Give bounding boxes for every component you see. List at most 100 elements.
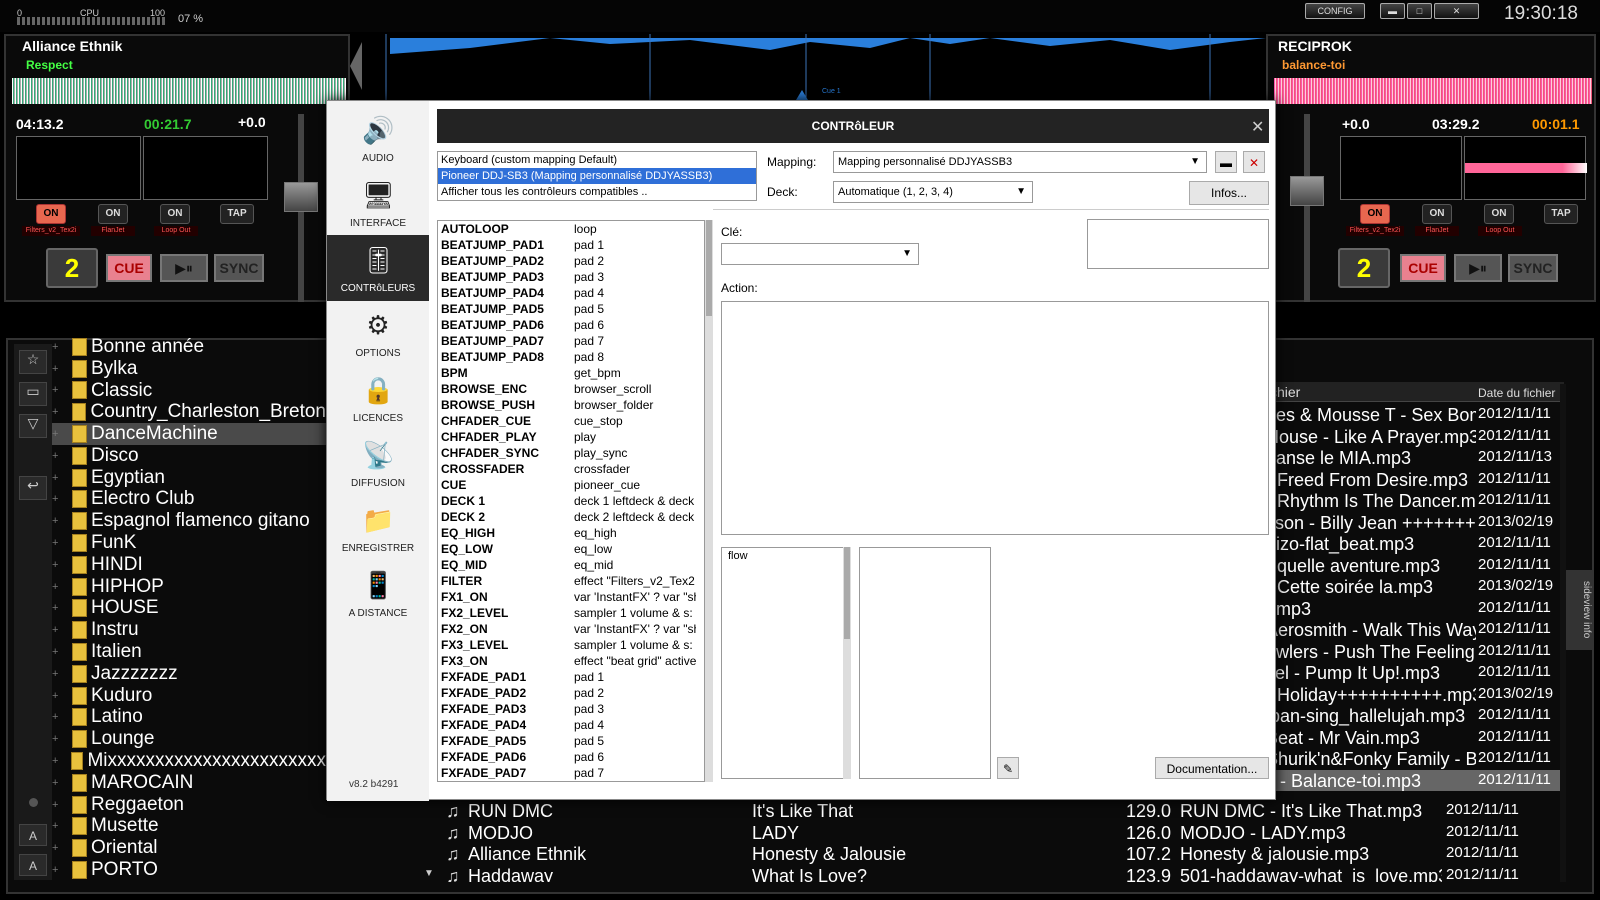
folder-item[interactable]: + Italien: [52, 641, 326, 663]
nav-item-interface[interactable]: 🖥 INTERFACE: [327, 170, 429, 236]
category-scrollbar[interactable]: [843, 547, 851, 779]
filter-icon[interactable]: ▽: [19, 414, 47, 438]
expand-icon[interactable]: +: [52, 624, 60, 636]
mapping-row[interactable]: FXFADE_PAD2 pad 2: [438, 685, 704, 701]
deck-left-fx3-on[interactable]: ON: [160, 204, 190, 224]
table-row[interactable]: Beat - Mr Vain.mp3 2012/11/11: [1266, 727, 1564, 749]
table-row[interactable]: House - Like A Prayer.mp3 2012/11/11: [1266, 426, 1564, 448]
mapping-row[interactable]: BROWSE_ENC browser_scroll: [438, 381, 704, 397]
mapping-row[interactable]: CHFADER_CUE cue_stop: [438, 413, 704, 429]
sideview-tab[interactable]: sideview info: [1566, 570, 1592, 650]
expand-icon[interactable]: +: [52, 515, 60, 527]
deck-left-cue-button[interactable]: CUE: [106, 254, 152, 282]
folder-item[interactable]: + Reggaeton: [52, 794, 326, 816]
mapping-row[interactable]: FX2_LEVEL sampler 1 volume & s:: [438, 605, 704, 621]
category-item[interactable]: flow: [725, 548, 850, 564]
expand-icon[interactable]: +: [52, 428, 60, 440]
mapping-row[interactable]: EQ_HIGH eq_high: [438, 525, 704, 541]
deck-right-waveform[interactable]: [1274, 78, 1592, 104]
expand-icon[interactable]: +: [52, 363, 60, 375]
mapping-row[interactable]: FXFADE_PAD7 pad 7: [438, 765, 704, 781]
folder-item[interactable]: + Country_Charleston_Breton: [52, 401, 326, 423]
maximize-button[interactable]: □: [1407, 3, 1432, 19]
table-row[interactable]: - Rhythm Is The Dancer.mp3 2012/11/11: [1266, 490, 1564, 512]
nav-item-licences[interactable]: 🔒 LICENCES: [327, 365, 429, 431]
deck-left-sync-button[interactable]: SYNC: [214, 254, 264, 282]
folder-item[interactable]: + Oriental: [52, 837, 326, 859]
folder-item[interactable]: + Instru: [52, 619, 326, 641]
nav-item-contrôleurs[interactable]: 🎚 CONTRôLEURS: [327, 235, 429, 301]
folder-scroll-down-icon[interactable]: ▼: [424, 868, 436, 880]
deck-right-play-button[interactable]: ▶⏸: [1454, 254, 1502, 282]
expand-icon[interactable]: +: [52, 602, 60, 614]
nav-item-enregistrer[interactable]: 📁 ENREGISTRER: [327, 495, 429, 561]
mapping-row[interactable]: FILTER effect "Filters_v2_Tex2: [438, 573, 704, 589]
mapping-scroll-thumb[interactable]: [706, 220, 712, 316]
mapping-row[interactable]: DECK 2 deck 2 leftdeck & deck: [438, 509, 704, 525]
config-button[interactable]: CONFIG: [1305, 3, 1365, 19]
table-row[interactable]: k - Balance-toi.mp3 2012/11/11: [1266, 769, 1564, 792]
expand-icon[interactable]: +: [52, 406, 60, 418]
deck-right-fx3-on[interactable]: ON: [1484, 204, 1514, 224]
table-row[interactable]: - quelle aventure.mp3 2012/11/11: [1266, 555, 1564, 577]
folder-item[interactable]: + Electro Club: [52, 488, 326, 511]
mapping-row[interactable]: CHFADER_PLAY play: [438, 429, 704, 445]
expand-icon[interactable]: +: [52, 450, 60, 462]
folder-item[interactable]: + PORTO: [52, 859, 326, 881]
table-row[interactable]: lban-sing_hallelujah.mp3 2012/11/11: [1266, 705, 1564, 727]
expand-icon[interactable]: +: [52, 820, 60, 832]
table-row[interactable]: Shurik'n&Fonky Family - Badboys ...2012/…: [1266, 748, 1564, 770]
device-item-show-all[interactable]: Afficher tous les contrôleurs compatible…: [438, 184, 756, 200]
table-row[interactable]: zel - Pump It Up!.mp3 2012/11/11: [1266, 662, 1564, 684]
expand-icon[interactable]: +: [52, 690, 60, 702]
delete-mapping-icon[interactable]: ✕: [1243, 151, 1265, 173]
center-waveform[interactable]: Cue 1: [350, 34, 1266, 100]
expand-icon[interactable]: +: [52, 537, 60, 549]
expand-icon[interactable]: +: [52, 864, 60, 876]
verb-list[interactable]: [859, 547, 991, 779]
expand-icon[interactable]: +: [52, 668, 60, 680]
expand-icon[interactable]: +: [52, 799, 60, 811]
documentation-button[interactable]: Documentation...: [1155, 757, 1269, 779]
folder-item[interactable]: + Bonne année: [52, 336, 326, 358]
table-row[interactable]: kson - Billy Jean ++++++++++++-...2013/0…: [1266, 512, 1564, 534]
close-app-button[interactable]: ✕: [1434, 3, 1479, 19]
expand-icon[interactable]: +: [52, 559, 60, 571]
mapping-row[interactable]: BEATJUMP_PAD7 pad 7: [438, 333, 704, 349]
table-row[interactable]: - Holiday++++++++++.mp3 2013/02/19: [1266, 684, 1564, 706]
mapping-row[interactable]: FXFADE_PAD4 pad 4: [438, 717, 704, 733]
deck-left-play-button[interactable]: ▶⏸: [160, 254, 208, 282]
table-row[interactable]: oizo-flat_beat.mp3 2012/11/11: [1266, 533, 1564, 555]
folder-item[interactable]: + HIPHOP: [52, 576, 326, 598]
deck-select[interactable]: Automatique (1, 2, 3, 4) ▼: [833, 181, 1033, 203]
favorites-icon[interactable]: ☆: [19, 350, 47, 374]
deck-right-pitch-slider[interactable]: [1304, 114, 1310, 302]
deck-left-pitch-handle[interactable]: [284, 182, 318, 212]
deck-right-fx2-on[interactable]: ON: [1422, 204, 1452, 224]
deck-right-tap[interactable]: TAP: [1544, 204, 1578, 224]
col-date-header[interactable]: Date du fichier: [1478, 386, 1555, 400]
expand-icon[interactable]: +: [52, 581, 60, 593]
table-row[interactable]: Aerosmith - Walk This Way.mp32012/11/11: [1266, 619, 1564, 641]
table-row[interactable]: - Cette soirée la.mp3 2013/02/19: [1266, 576, 1564, 598]
nav-item-a-distance[interactable]: 📱 A DISTANCE: [327, 560, 429, 626]
folder-item[interactable]: + Mixxxxxxxxxxxxxxxxxxxxxxx: [52, 750, 326, 772]
folder-item[interactable]: + HINDI: [52, 554, 326, 576]
table-row[interactable]: ♫ Haddaway What Is Love? 123.9 501-haddaway-…: [440, 865, 1560, 883]
nav-item-options[interactable]: ⚙ OPTIONS: [327, 300, 429, 366]
deck-right-number[interactable]: 2: [1338, 248, 1390, 288]
folder-item[interactable]: + Latino: [52, 706, 326, 729]
folder-item[interactable]: + Disco: [52, 445, 326, 467]
mapping-row[interactable]: BPM get_bpm: [438, 365, 704, 381]
table-row[interactable]: t.mp3 2012/11/11: [1266, 598, 1564, 620]
folder-item[interactable]: + Kuduro: [52, 685, 326, 707]
expand-icon[interactable]: +: [52, 472, 60, 484]
expand-icon[interactable]: +: [52, 755, 59, 767]
mapping-row[interactable]: CHFADER_SYNC play_sync: [438, 445, 704, 461]
mapping-row[interactable]: CROSSFADER crossfader: [438, 461, 704, 477]
expand-icon[interactable]: +: [52, 493, 60, 505]
mapping-row[interactable]: FXFADE_PAD3 pad 3: [438, 701, 704, 717]
mapping-scrollbar[interactable]: [705, 220, 713, 782]
deck-left-tap[interactable]: TAP: [220, 204, 254, 224]
dialog-close-icon[interactable]: ✕: [1251, 117, 1264, 137]
